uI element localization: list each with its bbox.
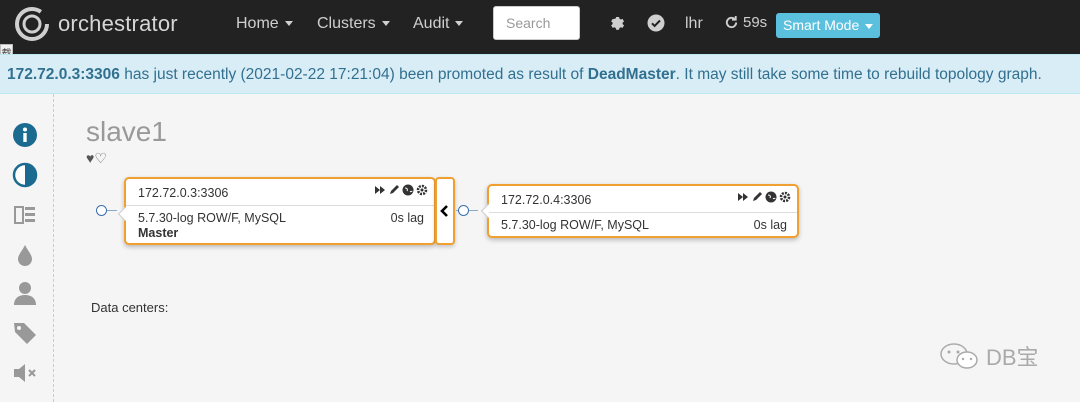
instance-body: 5.7.30-log ROW/F, MySQL 0s lag	[489, 213, 797, 232]
instance-version: 5.7.30-log ROW/F, MySQL	[501, 218, 649, 232]
collapse-replicas-button[interactable]	[435, 177, 455, 245]
info-icon[interactable]	[12, 122, 38, 148]
instance-header: 172.72.0.4:3306	[489, 186, 797, 213]
forward-icon[interactable]	[737, 191, 749, 203]
alert-text-1: has just recently (2021-02-22 17:21:04) …	[119, 66, 588, 83]
chevron-down-icon	[284, 21, 293, 27]
nav-audit-label: Audit	[413, 15, 450, 32]
nav-home-label: Home	[236, 15, 279, 32]
watermark-text: DB宝	[986, 345, 1039, 370]
instance-role: Master	[138, 226, 179, 240]
search-input[interactable]	[493, 6, 580, 40]
brand[interactable]: orchestrator	[14, 6, 178, 42]
mute-icon[interactable]	[12, 360, 38, 386]
user-icon[interactable]	[12, 280, 38, 306]
gear-icon[interactable]	[779, 191, 791, 203]
brand-name: orchestrator	[58, 11, 178, 36]
instance-lag: 0s lag	[753, 218, 787, 232]
wechat-icon	[940, 343, 978, 369]
pencil-icon[interactable]	[751, 191, 763, 203]
chevron-down-icon	[455, 21, 464, 27]
sidebar	[0, 94, 54, 402]
refresh-icon	[725, 15, 738, 29]
check-circle-icon[interactable]	[647, 14, 665, 32]
instance-box-replica[interactable]: 172.72.0.4:3306 5.7.30-log ROW/F, MySQL …	[480, 184, 799, 238]
auto-refresh[interactable]: 59s	[724, 14, 767, 31]
instance-host[interactable]: 172.72.0.3:3306	[138, 186, 228, 200]
gear-icon[interactable]	[416, 184, 428, 196]
instance-box-master[interactable]: 172.72.0.3:3306 5.7.30-log ROW/F, MySQL …	[117, 177, 436, 245]
nav-clusters[interactable]: Clusters	[317, 15, 390, 33]
instance-actions	[737, 191, 791, 203]
promotion-alert: 172.72.0.3:3306 has just recently (2021-…	[0, 54, 1080, 94]
smart-mode-button[interactable]: Smart Mode	[776, 13, 881, 38]
alert-instance[interactable]: 172.72.0.3:3306	[7, 66, 120, 83]
pencil-icon[interactable]	[388, 184, 400, 196]
chevron-left-icon	[440, 205, 448, 217]
orchestrator-logo-icon	[15, 7, 49, 41]
nav-home[interactable]: Home	[236, 15, 293, 33]
data-centers-label: Data centers:	[91, 300, 169, 315]
instance-header: 172.72.0.3:3306	[126, 179, 434, 206]
navbar: orchestrator Home Clusters Audit lhr 59s…	[0, 0, 1080, 54]
instance-body: 5.7.30-log ROW/F, MySQL 0s lag Master	[126, 206, 434, 240]
alert-text-2: . It may still take some time to rebuild…	[675, 66, 1042, 83]
connector-dot[interactable]	[458, 205, 469, 216]
period-label[interactable]: lhr	[685, 15, 703, 33]
nav-audit[interactable]: Audit	[413, 15, 464, 33]
gear-icon[interactable]	[608, 14, 626, 32]
heart-icons[interactable]: ♥♡	[86, 150, 107, 167]
globe-icon[interactable]	[402, 184, 414, 196]
chevron-down-icon	[381, 21, 390, 27]
chevron-down-icon	[865, 23, 874, 29]
tag-icon[interactable]	[12, 320, 38, 346]
watermark: DB宝	[938, 340, 1039, 372]
forward-icon[interactable]	[374, 184, 386, 196]
alert-reason: DeadMaster	[587, 66, 676, 83]
instance-lag: 0s lag	[390, 211, 424, 225]
smart-mode-label: Smart Mode	[783, 17, 860, 33]
connector-dot[interactable]	[96, 205, 107, 216]
instance-version: 5.7.30-log ROW/F, MySQL	[138, 211, 286, 225]
drop-icon[interactable]	[12, 242, 38, 268]
nav-clusters-label: Clusters	[317, 15, 376, 32]
refresh-countdown: 59s	[743, 14, 768, 31]
instance-host[interactable]: 172.72.0.4:3306	[501, 193, 591, 207]
cluster-title: slave1	[86, 116, 167, 147]
list-icon[interactable]	[12, 202, 38, 228]
instance-actions	[374, 184, 428, 196]
contrast-icon[interactable]	[12, 162, 38, 188]
globe-icon[interactable]	[765, 191, 777, 203]
